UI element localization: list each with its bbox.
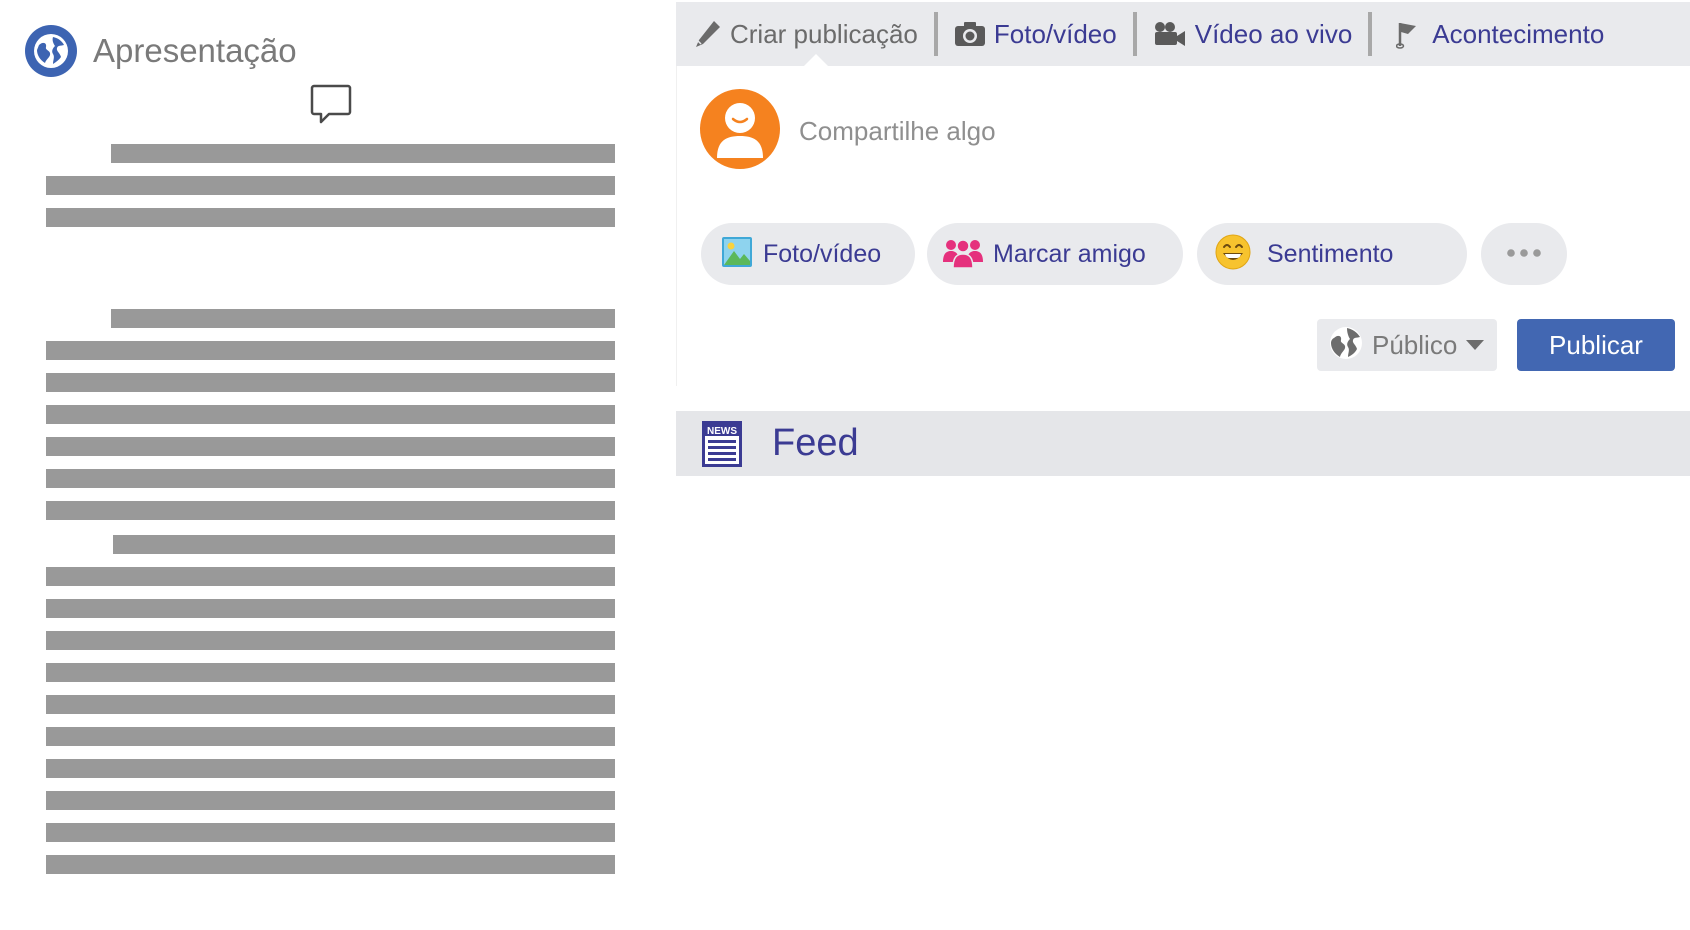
tab-life-event[interactable]: Acontecimento: [1372, 2, 1620, 66]
text-line: [46, 695, 615, 714]
presentation-title: Apresentação: [93, 32, 297, 69]
pencil-icon: [694, 19, 722, 49]
text-line: [46, 405, 615, 424]
text-line: [46, 791, 615, 810]
feed-title: Feed: [772, 422, 859, 464]
news-icon: NEWS: [702, 420, 742, 467]
text-line: [46, 501, 615, 520]
globe-icon: [25, 25, 77, 77]
presentation-panel: Apresentação: [0, 0, 670, 930]
more-dots-icon: [1506, 245, 1542, 263]
flag-icon: [1396, 19, 1418, 49]
tab-label: Criar publicação: [730, 18, 918, 49]
camera-icon: [954, 21, 986, 47]
composer-body: Foto/vídeo Marcar amigo: [676, 66, 1690, 386]
text-line: [46, 469, 615, 488]
speech-bubble-icon[interactable]: [309, 82, 353, 126]
avatar[interactable]: [699, 88, 781, 170]
globe-icon: [1329, 326, 1363, 365]
tag-friend-button[interactable]: Marcar amigo: [927, 223, 1183, 285]
presentation-header: Apresentação: [25, 25, 297, 77]
composer-tabs: Criar publicação Foto/vídeo Vídeo ao viv…: [676, 2, 1690, 66]
text-line: [46, 823, 615, 842]
audience-label: Público: [1372, 329, 1458, 360]
tab-label: Acontecimento: [1432, 18, 1605, 49]
text-line: [46, 341, 615, 360]
video-camera-icon: [1153, 21, 1187, 47]
feeling-label: Sentimento: [1267, 239, 1394, 268]
tab-live-video[interactable]: Vídeo ao vivo: [1137, 2, 1369, 66]
share-input[interactable]: [799, 114, 1399, 148]
publish-button[interactable]: Publicar: [1517, 319, 1675, 371]
text-line: [111, 144, 615, 163]
smiley-icon: [1215, 234, 1251, 275]
text-line: [46, 759, 615, 778]
text-line: [46, 208, 615, 227]
text-line: [46, 176, 615, 195]
more-options-button[interactable]: [1481, 223, 1567, 285]
chevron-down-icon: [1466, 340, 1485, 350]
text-line: [46, 855, 615, 874]
news-icon-text: NEWS: [707, 426, 737, 437]
text-line: [113, 535, 615, 554]
photo-icon: [721, 236, 753, 273]
text-line: [46, 663, 615, 682]
active-tab-pointer: [804, 54, 828, 66]
tab-label: Vídeo ao vivo: [1194, 18, 1353, 49]
photo-video-button[interactable]: Foto/vídeo: [701, 223, 915, 285]
friends-icon: [943, 236, 983, 273]
feeling-button[interactable]: Sentimento: [1197, 223, 1467, 285]
text-line: [111, 309, 615, 328]
text-line: [46, 727, 615, 746]
text-line: [46, 599, 615, 618]
tab-photo-video[interactable]: Foto/vídeo: [938, 2, 1133, 66]
text-line: [46, 567, 615, 586]
text-line: [46, 437, 615, 456]
tag-friend-label: Marcar amigo: [993, 239, 1146, 268]
text-line: [46, 631, 615, 650]
tab-label: Foto/vídeo: [993, 18, 1117, 49]
text-line: [46, 373, 615, 392]
composer-panel: Criar publicação Foto/vídeo Vídeo ao viv…: [676, 0, 1690, 930]
photo-video-label: Foto/vídeo: [763, 239, 882, 268]
audience-selector[interactable]: Público: [1317, 319, 1497, 371]
feed-header: NEWS Feed: [676, 411, 1690, 476]
